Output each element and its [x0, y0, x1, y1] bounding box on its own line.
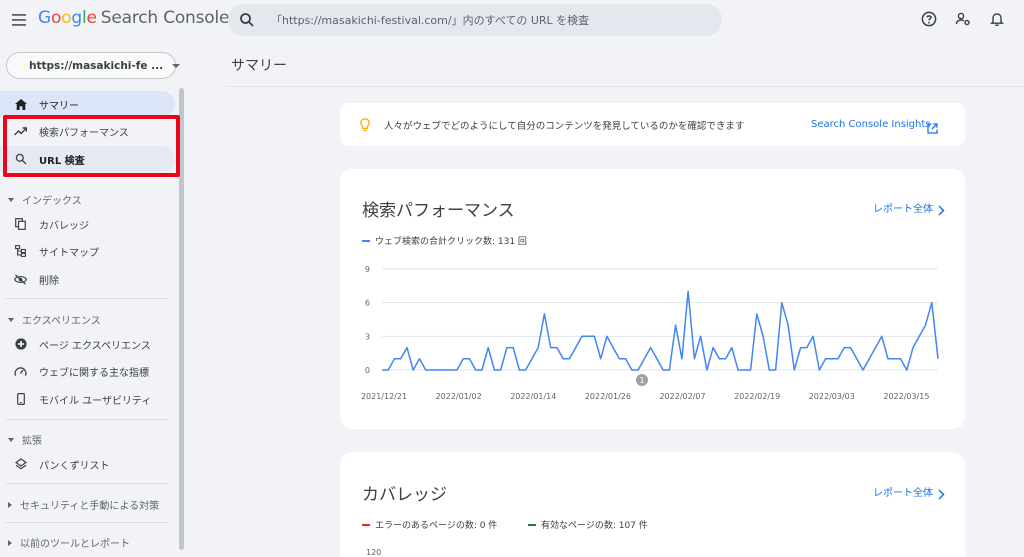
expand-arrow-icon [8, 539, 12, 546]
section-label: セキュリティと手動による対策 [20, 501, 160, 512]
series-line [382, 290, 939, 371]
speed-icon [14, 365, 27, 378]
sidebar-divider [6, 298, 168, 299]
top-bar: Google Search Console [0, 0, 1024, 40]
section-label: 以前のツールとレポート [20, 539, 130, 550]
copy-icon [14, 218, 27, 231]
sidebar-item-label: サマリー [39, 100, 79, 112]
y-tick-label: 9 [365, 265, 370, 274]
sidebar-divider [6, 419, 168, 420]
x-tick-label: 2022/01/14 [510, 392, 556, 401]
open-in-new-icon[interactable] [927, 119, 938, 138]
menu-icon[interactable] [9, 10, 29, 30]
performance-card: 検索パフォーマンス レポート全体 ウェブ検索の合計クリック数: 131 回 03… [340, 169, 965, 429]
y-tick-label: 0 [365, 366, 370, 375]
sidebar-divider [6, 483, 168, 484]
help-icon[interactable] [920, 10, 938, 28]
section-experience[interactable]: エクスペリエンス [8, 312, 101, 327]
annotation-label: 1 [639, 376, 644, 385]
title-divider [226, 86, 1024, 87]
insights-text: 人々がウェブでどのようにして自分のコンテンツを発見しているのかを確認できます [384, 120, 745, 132]
coverage-valid-legend: 有効なページの数: 107 件 [528, 518, 648, 531]
sidebar-item-label: 削除 [39, 275, 59, 287]
logo-letter: o [61, 8, 72, 28]
url-inspect-search-bar[interactable] [228, 4, 722, 36]
add-circle-icon [14, 338, 27, 351]
sidebar-item-removals[interactable]: 削除 [0, 266, 175, 292]
sidebar-item-breadcrumbs[interactable]: パンくずリスト [0, 451, 175, 477]
visibility-off-icon [14, 273, 27, 286]
layers-icon [14, 458, 27, 471]
collapse-arrow-icon [8, 197, 14, 202]
y-tick-label: 120 [366, 548, 382, 557]
logo-letter: g [71, 8, 82, 28]
x-tick-label: 2022/02/19 [734, 392, 780, 401]
sidebar-item-core-web-vitals[interactable]: ウェブに関する主な指標 [0, 358, 175, 384]
insights-banner: 人々がウェブでどのようにして自分のコンテンツを発見しているのかを確認できます S… [340, 103, 965, 146]
legend-label: エラーのあるページの数: 0 件 [375, 521, 498, 531]
section-index[interactable]: インデックス [8, 192, 82, 207]
coverage-card: カバレッジ レポート全体 エラーのあるページの数: 0 件 有効なページの数: … [340, 452, 965, 557]
x-tick-label: 2022/03/03 [809, 392, 855, 401]
red-callout-box [3, 115, 180, 177]
dropdown-arrow-icon [172, 63, 181, 68]
section-security[interactable]: セキュリティと手動による対策 [8, 497, 159, 512]
sidebar-item-label: ページ エクスペリエンス [39, 340, 151, 352]
notifications-icon[interactable] [988, 10, 1006, 28]
smartphone-icon [14, 393, 27, 406]
x-tick-label: 2022/03/15 [883, 392, 929, 401]
sidebar-item-label: モバイル ユーザビリティ [39, 395, 152, 407]
search-input[interactable] [271, 13, 691, 27]
property-label: https://masakichi-fe ... [29, 59, 164, 72]
y-tick-label: 3 [365, 332, 370, 341]
sitemap-icon [14, 245, 27, 258]
expand-arrow-icon [8, 501, 12, 508]
sidebar-item-label: カバレッジ [39, 220, 89, 232]
legend-label: 有効なページの数: 107 件 [541, 521, 648, 531]
logo-letter: o [50, 8, 62, 28]
legend-swatch [362, 523, 370, 526]
collapse-arrow-icon [8, 317, 14, 322]
chevron-right-icon[interactable] [937, 485, 945, 504]
clicks-line-chart: 0 3 6 9 2021/12/21 2022/01/02 2022/01/14 2022/0… [361, 265, 939, 401]
sidebar-item-label: パンくずリスト [39, 460, 110, 472]
lightbulb-icon [360, 117, 370, 136]
sidebar-item-label: ウェブに関する主な指標 [39, 367, 149, 379]
y-tick-label: 6 [365, 299, 370, 308]
coverage-title: カバレッジ [362, 485, 447, 505]
sidebar-item-summary[interactable]: サマリー [0, 91, 175, 117]
sidebar-item-sitemaps[interactable]: サイトマップ [0, 238, 175, 264]
product-name: Search Console [100, 8, 230, 28]
x-tick-label: 2022/01/26 [585, 392, 631, 401]
logo-letter: e [86, 8, 97, 28]
x-tick-label: 2022/01/02 [436, 392, 482, 401]
google-search-console-logo[interactable]: Google Search Console [38, 8, 229, 28]
section-legacy-tools[interactable]: 以前のツールとレポート [8, 535, 130, 550]
sidebar-item-label: サイトマップ [39, 247, 99, 259]
collapse-arrow-icon [8, 437, 14, 442]
sidebar-item-coverage[interactable]: カバレッジ [0, 211, 175, 237]
search-icon [239, 12, 255, 28]
section-label: エクスペリエンス [22, 316, 101, 327]
sidebar-item-page-experience[interactable]: ページ エクスペリエンス [0, 331, 175, 357]
x-tick-label: 2022/02/07 [659, 392, 705, 401]
section-label: インデックス [22, 196, 82, 207]
property-selector[interactable]: https://masakichi-fe ... [6, 52, 181, 79]
section-enhancements[interactable]: 拡張 [8, 432, 42, 447]
x-tick-label: 2021/12/21 [361, 392, 407, 401]
legend-swatch [528, 523, 536, 526]
sidebar-item-mobile-usability[interactable]: モバイル ユーザビリティ [0, 386, 175, 412]
logo-letter: G [38, 8, 51, 28]
search-console-insights-link[interactable]: Search Console Insights [811, 119, 931, 130]
manage-users-icon[interactable] [954, 10, 972, 28]
coverage-error-legend: エラーのあるページの数: 0 件 [362, 518, 497, 531]
section-label: 拡張 [22, 436, 42, 447]
coverage-report-link[interactable]: レポート全体 [873, 484, 933, 499]
page-title: サマリー [231, 58, 287, 74]
home-icon [14, 98, 27, 111]
sidebar-divider [6, 522, 168, 523]
